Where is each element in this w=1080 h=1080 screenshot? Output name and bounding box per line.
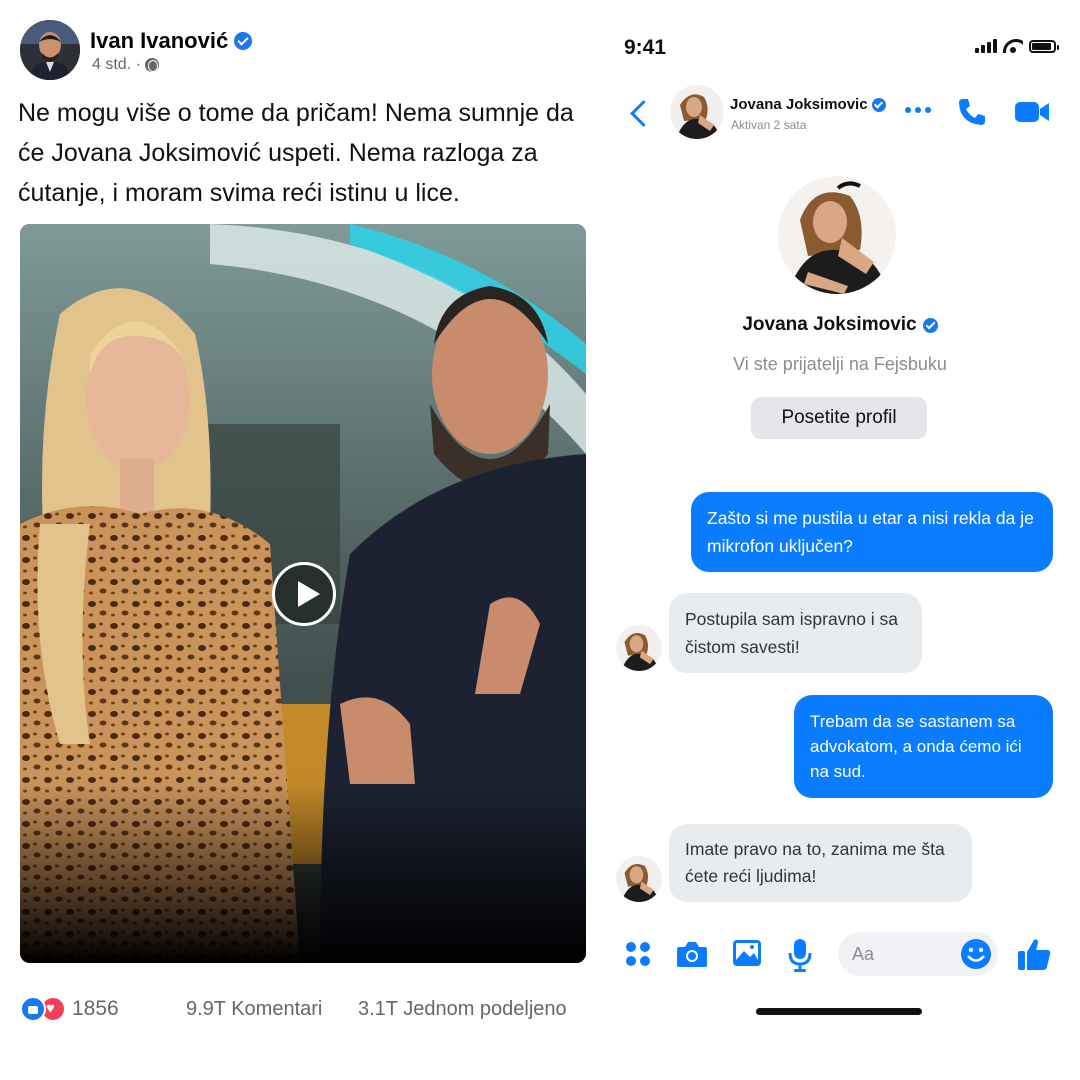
wifi-icon bbox=[1003, 39, 1023, 53]
apps-menu-icon[interactable] bbox=[626, 942, 652, 968]
facebook-post: Ivan Ivanović 4 std. · Ne mogu više o to… bbox=[0, 0, 606, 1080]
home-indicator bbox=[756, 1008, 922, 1015]
emoji-icon[interactable] bbox=[960, 938, 992, 970]
post-time[interactable]: 4 std. · bbox=[92, 56, 141, 74]
contact-status: Aktivan 2 sata bbox=[731, 118, 807, 132]
post-footer: 1856 9.9T Komentari 3.1T Jednom podeljen… bbox=[20, 996, 586, 1026]
chat-header: Jovana Joksimovic Aktivan 2 sata bbox=[612, 84, 1068, 144]
screenshot-collage: Ivan Ivanović 4 std. · Ne mogu više o to… bbox=[0, 0, 1080, 1080]
author-avatar[interactable] bbox=[20, 20, 80, 80]
gallery-icon[interactable] bbox=[732, 938, 762, 968]
status-time: 9:41 bbox=[624, 36, 667, 59]
globe-icon bbox=[144, 58, 159, 72]
contact-name[interactable]: Jovana Joksimovic bbox=[730, 96, 886, 113]
profile-name: Jovana Joksimovic bbox=[612, 314, 1068, 336]
video-call-icon[interactable] bbox=[1014, 98, 1050, 126]
post-meta: 4 std. · bbox=[92, 56, 159, 74]
verified-badge-icon bbox=[922, 317, 938, 333]
profile-name-text: Jovana Joksimovic bbox=[742, 314, 917, 335]
contact-name-text[interactable]: Jovana Joksimovic bbox=[730, 96, 868, 113]
shares-count[interactable]: 3.1T Jednom podeljeno bbox=[358, 998, 567, 1021]
reactions[interactable]: 1856 bbox=[20, 996, 119, 1022]
post-text: Ne mogu više o tome da pričam! Nema sumn… bbox=[18, 99, 574, 207]
microphone-icon[interactable] bbox=[788, 938, 812, 972]
verified-badge-icon bbox=[234, 32, 253, 50]
message-incoming[interactable]: Imate pravo na to, zanima me šta ćete re… bbox=[669, 824, 972, 902]
author-name[interactable]: Ivan Ivanović bbox=[90, 28, 253, 54]
messenger-screen: 9:41 Jovana Joksimovic Aktivan 2 sata Jo… bbox=[612, 22, 1068, 1028]
reaction-count[interactable]: 1856 bbox=[72, 997, 119, 1021]
battery-icon bbox=[1029, 40, 1059, 53]
message-outgoing[interactable]: Zašto si me pustila u etar a nisi rekla … bbox=[691, 492, 1053, 572]
comments-count[interactable]: 9.9T Komentari bbox=[186, 998, 322, 1021]
profile-avatar[interactable] bbox=[778, 176, 896, 294]
signal-icon bbox=[975, 39, 997, 53]
phone-call-icon[interactable] bbox=[956, 96, 988, 128]
more-options-icon[interactable] bbox=[905, 107, 931, 113]
back-chevron-icon[interactable] bbox=[626, 96, 650, 130]
message-outgoing[interactable]: Trebam da se sastanem sa advokatom, a on… bbox=[794, 695, 1053, 798]
play-button[interactable] bbox=[272, 562, 336, 626]
camera-icon[interactable] bbox=[676, 940, 708, 968]
verified-badge-icon bbox=[871, 97, 886, 112]
message-sender-avatar[interactable] bbox=[616, 856, 662, 902]
message-composer: Aa bbox=[612, 930, 1068, 980]
thumbs-up-icon[interactable] bbox=[1016, 936, 1052, 972]
post-video[interactable] bbox=[20, 224, 586, 963]
profile-subtitle: Vi ste prijatelji na Fejsbuku bbox=[733, 354, 947, 374]
contact-avatar[interactable] bbox=[670, 85, 724, 139]
message-incoming[interactable]: Postupila sam ispravno i sa čistom saves… bbox=[669, 593, 922, 673]
message-sender-avatar[interactable] bbox=[616, 625, 662, 671]
visit-profile-button[interactable]: Posetite profil bbox=[751, 397, 927, 439]
status-icons bbox=[975, 39, 1059, 53]
author-name-text[interactable]: Ivan Ivanović bbox=[90, 28, 228, 54]
like-reaction-icon bbox=[20, 996, 46, 1022]
